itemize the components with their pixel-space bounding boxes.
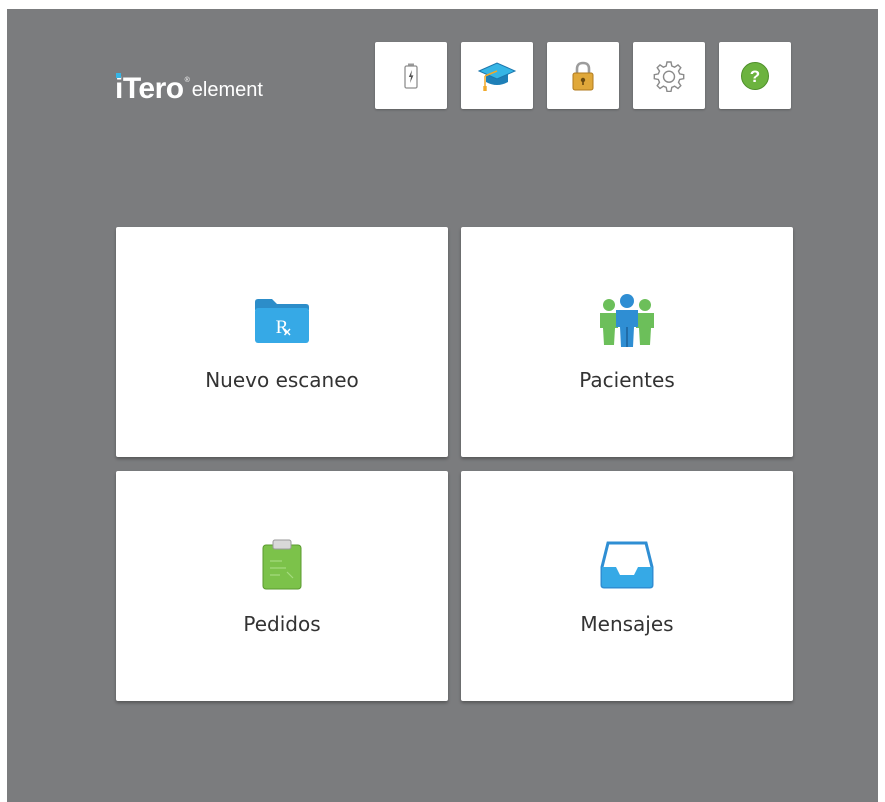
logo-registered-mark: ® [184,77,190,84]
settings-button[interactable] [633,42,705,109]
battery-button[interactable] [375,42,447,109]
training-button[interactable] [461,42,533,109]
patients-label: Pacientes [579,368,675,392]
help-button[interactable]: ? [719,42,791,109]
help-icon: ? [741,61,769,90]
top-toolbar: ? [375,42,791,109]
clipboard-icon [250,537,314,593]
new-scan-label: Nuevo escaneo [205,368,359,392]
itero-logo: iTero ® element [115,64,263,104]
home-screen: iTero ® element ? R Nuevo escaneo Pacien… [7,9,878,802]
logo-dot [116,73,121,78]
logo-brand: iTero [115,72,184,105]
lock-button[interactable] [547,42,619,109]
orders-tile[interactable]: Pedidos [116,471,448,701]
gear-icon [653,60,685,92]
rx-folder-icon: R [250,293,314,349]
logo-main-text: iTero [115,72,184,105]
new-scan-tile[interactable]: R Nuevo escaneo [116,227,448,457]
patients-group-icon [595,293,659,349]
messages-label: Mensajes [580,612,674,636]
svg-text:R: R [276,317,289,338]
battery-icon [404,63,418,89]
main-tiles: R Nuevo escaneo Pacientes Pedidos Mensaj… [116,227,794,701]
messages-tile[interactable]: Mensajes [461,471,793,701]
inbox-tray-icon [595,537,659,593]
lock-icon [572,61,594,90]
graduation-cap-icon [477,61,517,91]
patients-tile[interactable]: Pacientes [461,227,793,457]
orders-label: Pedidos [243,612,321,636]
svg-text:?: ? [750,67,760,86]
logo-subtitle: element [191,79,263,101]
